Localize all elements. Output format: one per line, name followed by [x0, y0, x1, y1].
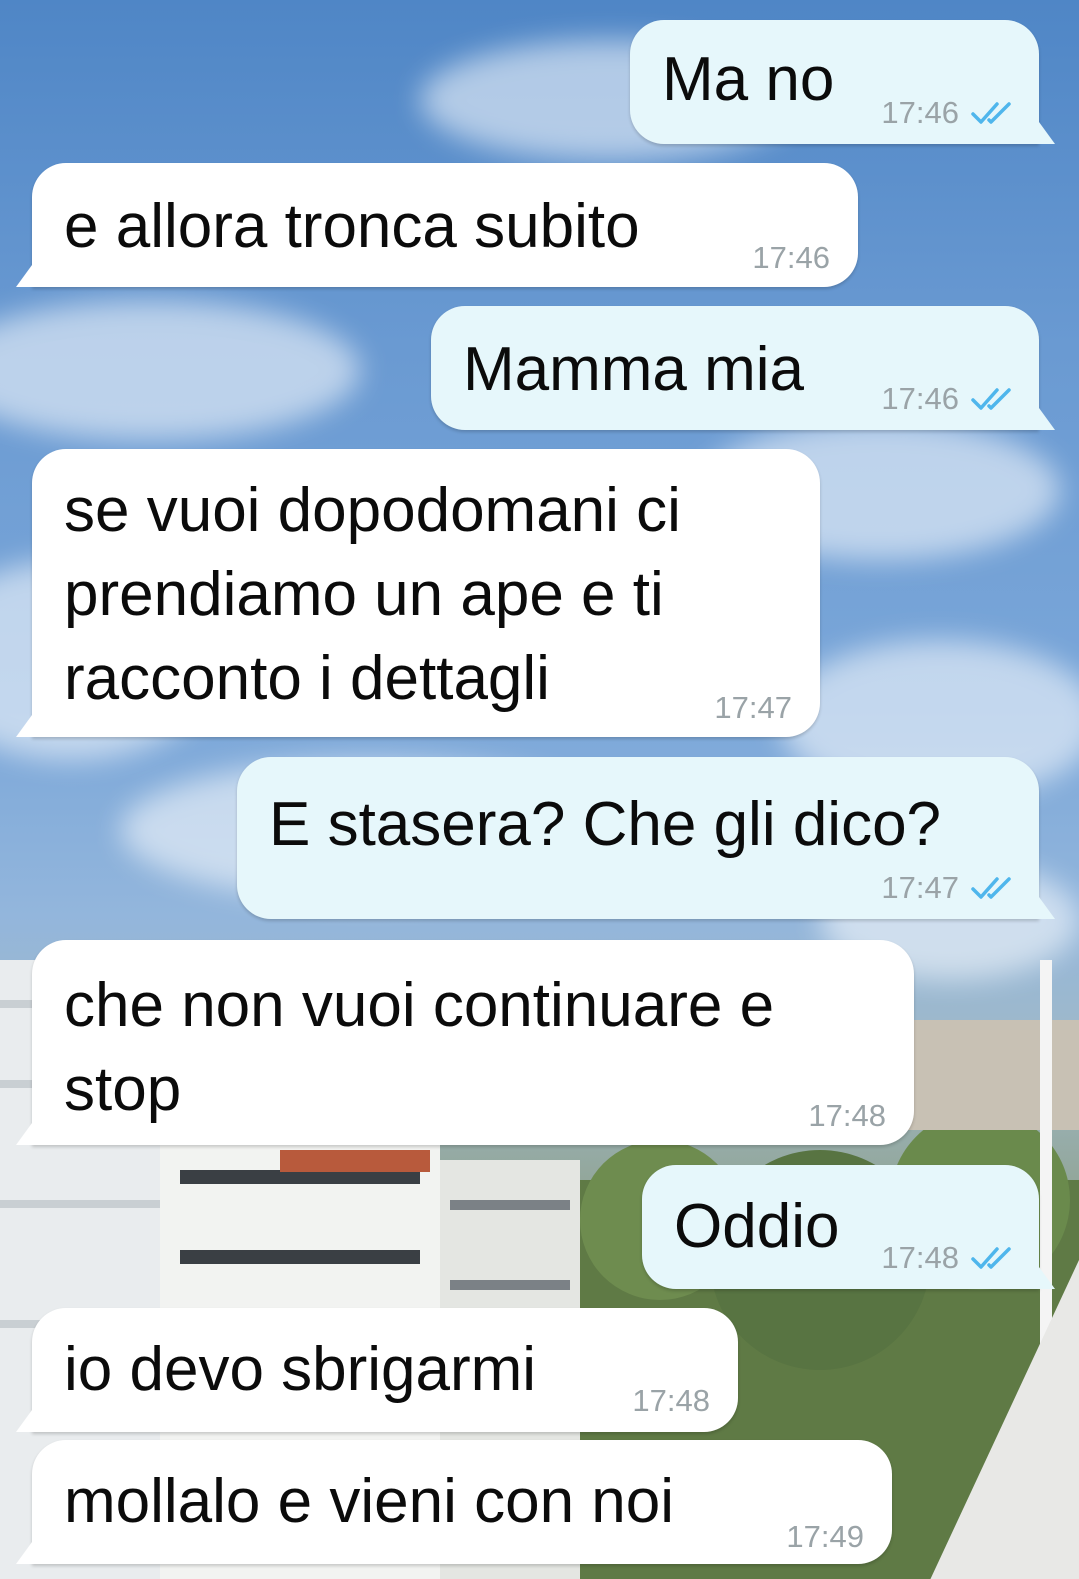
chat-message-list[interactable]: Ma no 17:46 e allora tronca subito 17:46… [0, 0, 1079, 1579]
message-time: 17:48 [808, 1098, 886, 1133]
message-meta: 17:47 [714, 691, 792, 725]
message-text: Ma no [662, 45, 835, 114]
message-text: Mamma mia [463, 335, 805, 404]
message-time: 17:48 [632, 1383, 710, 1418]
message-bubble-outgoing[interactable]: Mamma mia 17:46 [431, 306, 1055, 430]
message-text: E stasera? Che gli dico? [269, 790, 942, 859]
message-bubble-incoming[interactable]: io devo sbrigarmi 17:48 [16, 1308, 738, 1432]
message-text: e allora tronca subito [64, 192, 640, 261]
message-bubble-incoming[interactable]: mollalo e vieni con noi 17:49 [16, 1440, 892, 1564]
message-bubble-outgoing[interactable]: E stasera? Che gli dico? 17:47 [237, 757, 1055, 919]
message-text: io devo sbrigarmi [64, 1335, 537, 1404]
message-meta: 17:46 [881, 96, 1017, 130]
message-bubble-outgoing[interactable]: Oddio 17:48 [642, 1165, 1055, 1289]
message-time: 17:47 [714, 690, 792, 725]
double-check-read-icon [971, 877, 1011, 899]
message-meta: 17:46 [752, 241, 830, 275]
message-time: 17:46 [881, 381, 959, 416]
double-check-read-icon [971, 388, 1011, 410]
message-text: se vuoi dopodomani ci prendiamo un ape e… [64, 476, 681, 713]
message-time: 17:48 [881, 1240, 959, 1275]
message-bubble-incoming[interactable]: e allora tronca subito 17:46 [16, 163, 858, 287]
message-meta: 17:46 [881, 382, 1017, 416]
double-check-read-icon [971, 102, 1011, 124]
message-text: Oddio [674, 1192, 840, 1261]
message-bubble-outgoing[interactable]: Ma no 17:46 [630, 20, 1055, 144]
message-time: 17:46 [752, 240, 830, 275]
message-meta: 17:49 [786, 1520, 864, 1554]
message-meta: 17:47 [881, 871, 1017, 905]
message-bubble-incoming[interactable]: che non vuoi continuare e stop 17:48 [16, 940, 914, 1145]
double-check-read-icon [971, 1247, 1011, 1269]
message-text: che non vuoi continuare e stop [64, 971, 775, 1124]
message-text: mollalo e vieni con noi [64, 1467, 675, 1536]
message-meta: 17:48 [881, 1241, 1017, 1275]
message-meta: 17:48 [808, 1099, 886, 1133]
message-meta: 17:48 [632, 1384, 710, 1418]
message-time: 17:46 [881, 95, 959, 130]
message-time: 17:47 [881, 870, 959, 905]
message-bubble-incoming[interactable]: se vuoi dopodomani ci prendiamo un ape e… [16, 449, 820, 737]
message-time: 17:49 [786, 1519, 864, 1554]
